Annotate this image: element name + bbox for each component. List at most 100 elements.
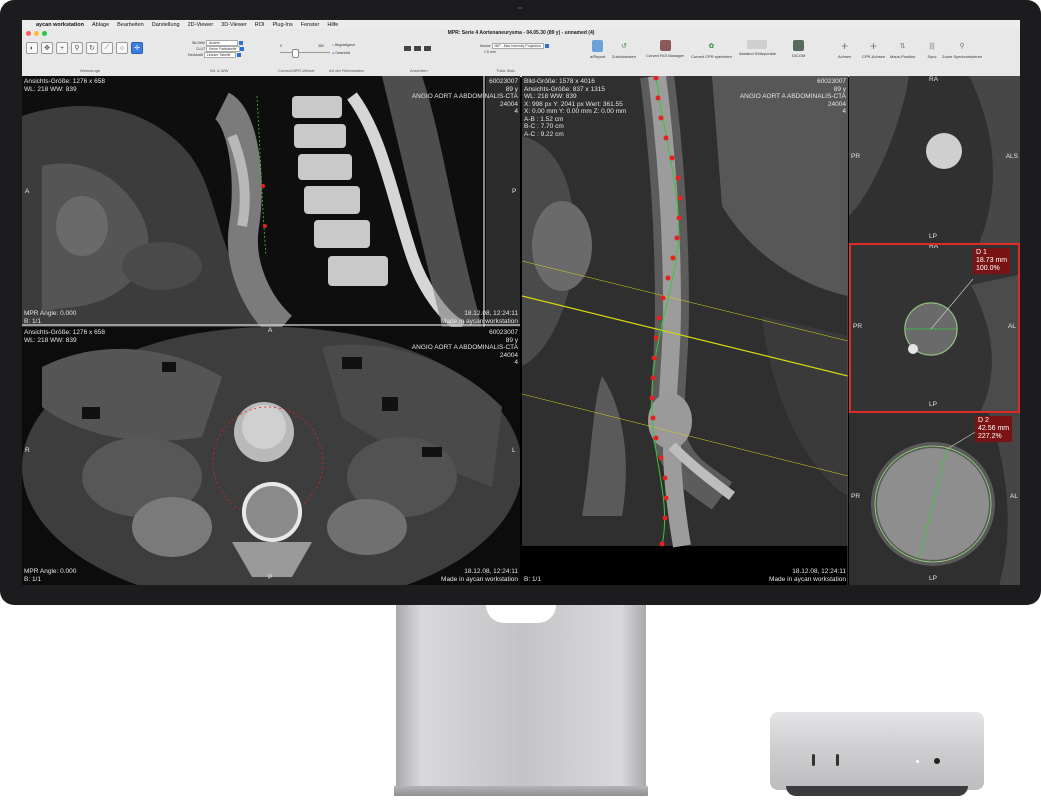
group-label-curved-mpr: Curved-MPR-Winkel — [278, 68, 315, 73]
stand-foot — [394, 786, 648, 796]
layout-grid-icon[interactable] — [404, 46, 411, 51]
menu-plugins[interactable]: Plug-Ins — [273, 22, 293, 28]
layout-columns-icon[interactable] — [414, 46, 421, 51]
info-line: 18.12.08, 12:24:11 — [464, 568, 518, 575]
menu-bearbeiten[interactable]: Bearbeiten — [117, 22, 144, 28]
roi-tool-icon[interactable]: ○ — [116, 42, 128, 54]
curved-footer-right: 18.12.08, 12:24:11 Made in aycan worksta… — [769, 568, 846, 583]
roi-manager-icon — [659, 40, 671, 51]
info-line: 4 — [514, 359, 518, 366]
zoom-tool-icon[interactable]: ⚲ — [71, 42, 83, 54]
headphone-jack-icon — [934, 758, 940, 764]
menu-app-name[interactable]: aycan workstation — [36, 22, 84, 28]
select-tool-icon[interactable]: ✛ — [131, 42, 143, 54]
layout-single-icon[interactable] — [424, 46, 431, 51]
info-line: Ansichts-Größe: 837 x 1315 — [524, 85, 605, 93]
rotate-tool-icon[interactable]: ↻ — [86, 42, 98, 54]
cross-section-1-image — [849, 76, 1020, 243]
sync-icon: ||| — [929, 42, 935, 50]
tool-buttons: ◐ ✥ + ⚲ ↻ ⟋ ○ ✛ — [26, 42, 143, 56]
crosshair-tool-icon[interactable]: + — [56, 42, 68, 54]
info-line: ANGIO AORT A ABDOMINALIS-CTA — [739, 93, 846, 100]
measure-tool-icon[interactable]: ⟋ — [101, 42, 113, 54]
info-line: WL: 218 WW: 839 — [24, 85, 77, 93]
thick-slab-mode[interactable]: Modus MIP - Max Intensity Projection — [480, 43, 549, 49]
axes-button[interactable]: + Achsen — [838, 39, 851, 59]
info-line: 89 y — [505, 336, 518, 344]
monitor-stand — [396, 605, 646, 795]
menu-2d-viewer[interactable]: 2D-Viewer — [188, 22, 214, 28]
report-icon — [592, 40, 604, 52]
zoom-sync-button[interactable]: ⚲ Zoom Synchronisieren — [942, 40, 982, 59]
menu-3d-viewer[interactable]: 3D-Viewer — [221, 22, 247, 28]
axial-footer-right: 18.12.08, 12:24:11 Made in aycan worksta… — [441, 568, 518, 583]
radio-begradigend[interactable]: ○ Begradigend — [332, 43, 355, 47]
cpr-axes-icon: + — [870, 39, 878, 53]
menu-roi[interactable]: ROI — [255, 22, 265, 28]
window-title: MPR: Serie 4 Aortenaneurysma - 04.05.30 … — [447, 30, 595, 36]
mouse-position-button[interactable]: ⇅ Maus-Position — [890, 40, 915, 59]
measurement-percent: 100.0% — [976, 265, 1000, 272]
orient-bottom: LP — [929, 575, 937, 582]
dicom-button[interactable]: DICOM — [792, 40, 805, 58]
curved-mpr-angle-slider[interactable] — [280, 52, 330, 53]
cross-section-3[interactable]: D 2 42.56 mm 227.2% PR AL LP — [849, 413, 1020, 585]
opacity-select[interactable]: Deckkraft Lineare Tabelle — [188, 52, 241, 58]
axial-info-left: Ansichts-Größe: 1276 x 658 WL: 218 WW: 8… — [24, 329, 105, 344]
screen: aycan workstation Ablage Bearbeiten Dars… — [22, 20, 1020, 585]
cpr-axes-button[interactable]: + CPR-Achsen — [862, 39, 885, 59]
group-label-thick-slab: Thick Slab — [496, 68, 515, 73]
usb-c-port-icon — [836, 754, 839, 766]
info-line: Ansichts-Größe: 1276 x 658 — [24, 329, 105, 336]
info-line: ANGIO AORT A ABDOMINALIS-CTA — [411, 344, 518, 351]
info-line: Bild-Größe: 1578 x 4016 — [524, 78, 595, 85]
thick-slab-mode-value[interactable]: MIP - Max Intensity Projection — [491, 43, 544, 49]
info-line: B: 1/1 — [24, 317, 41, 325]
sagittal-viewport[interactable]: Ansichts-Größe: 1276 x 658 WL: 218 WW: 8… — [22, 76, 520, 327]
report-button[interactable]: a/Report — [590, 40, 605, 59]
radio-gestreckt-label: Gestreckt — [335, 51, 351, 55]
menu-ablage[interactable]: Ablage — [92, 22, 109, 28]
info-line: B: 1/1 — [24, 575, 41, 583]
sync-button[interactable]: ||| Sync — [926, 40, 938, 60]
axial-viewport[interactable]: Ansichts-Größe: 1276 x 658 WL: 218 WW: 8… — [22, 327, 520, 585]
curved-roi-manager-button[interactable]: Curved ROI Manager — [646, 40, 684, 58]
chevron-down-icon — [240, 47, 245, 52]
reset-button[interactable]: ↺ Zurücksetzen — [612, 40, 636, 59]
menu-hilfe[interactable]: Hilfe — [327, 22, 338, 28]
save-cpr-icon: ✿ — [708, 43, 715, 50]
support-point-distance-button[interactable]: Abstand Stützpunkte — [739, 40, 776, 56]
opacity-value[interactable]: Lineare Tabelle — [203, 52, 236, 58]
mac-mini — [770, 712, 984, 790]
info-line: A-B : 1.52 cm — [524, 115, 564, 123]
slider-thumb[interactable] — [292, 49, 299, 58]
reset-label: Zurücksetzen — [612, 54, 637, 59]
dicom-label: DICOM — [792, 53, 806, 58]
sagittal-footer-left: MPR Angle: 0.000 B: 1/1 — [24, 310, 76, 325]
orient-right: AL — [1010, 493, 1018, 500]
info-line: 24004 — [827, 100, 846, 108]
curved-cpr-viewport[interactable]: Bild-Größe: 1578 x 4016 Ansichts-Größe: … — [522, 76, 848, 585]
camera — [517, 7, 523, 9]
info-line: Ansichts-Größe: 1276 x 658 — [24, 78, 105, 85]
cross-section-2[interactable]: D 1 18.73 mm 100.0% RA PR AL LP — [849, 243, 1020, 413]
radio-begradigend-label: Begradigend — [335, 43, 355, 47]
opacity-label: Deckkraft — [188, 53, 203, 57]
window-level-tool-icon[interactable]: ◐ — [26, 42, 38, 54]
info-line: 60023007 — [489, 78, 518, 85]
cross-section-1[interactable]: RA PR ALS LP — [849, 76, 1020, 243]
thick-slab-mode-label: Modus — [480, 44, 491, 48]
orient-left: PR — [851, 153, 861, 160]
usb-c-port-icon — [812, 754, 815, 766]
curved-cpr-save-button[interactable]: ✿ Curved CPR speichern — [691, 40, 732, 59]
radio-gestreckt[interactable]: ● Gestreckt — [332, 51, 350, 55]
curved-roi-manager-label: Curved ROI Manager — [646, 53, 685, 58]
menu-fenster[interactable]: Fenster — [301, 22, 320, 28]
sagittal-info-left: Ansichts-Größe: 1276 x 658 WL: 218 WW: 8… — [24, 78, 105, 93]
pan-tool-icon[interactable]: ✥ — [41, 42, 53, 54]
menu-darstellung[interactable]: Darstellung — [152, 22, 180, 28]
stand-cutout — [486, 605, 556, 623]
measurement-d2[interactable]: D 2 42.56 mm 227.2% — [975, 416, 1013, 442]
measurement-d1[interactable]: D 1 18.73 mm 100.0% — [973, 248, 1011, 274]
dicom-icon — [793, 40, 805, 51]
